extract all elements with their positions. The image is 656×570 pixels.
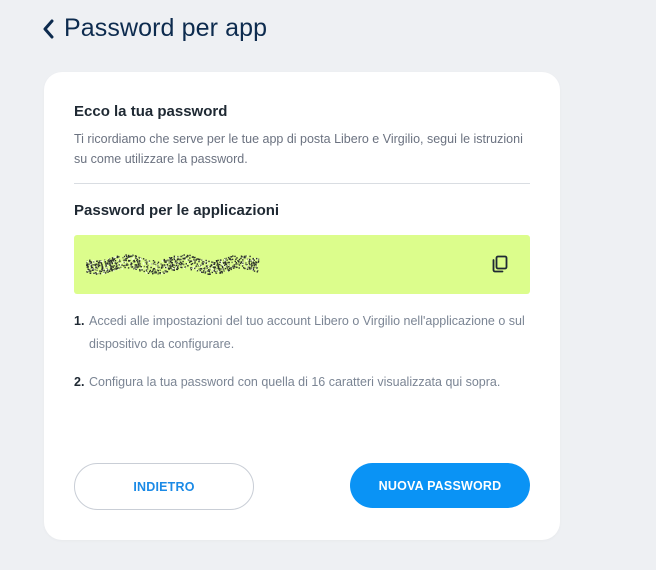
chevron-left-icon[interactable] bbox=[40, 18, 56, 40]
instruction-step: 2. Configura la tua password con quella … bbox=[74, 371, 530, 394]
masked-password bbox=[86, 254, 260, 275]
page-header: Password per app bbox=[40, 14, 267, 43]
new-password-button[interactable]: NUOVA PASSWORD bbox=[350, 463, 530, 508]
instruction-step: 1. Accedi alle impostazioni del tuo acco… bbox=[74, 310, 530, 356]
step-text: Configura la tua password con quella di … bbox=[89, 375, 501, 389]
copy-icon[interactable] bbox=[490, 254, 510, 274]
page-title: Password per app bbox=[64, 14, 268, 42]
password-box bbox=[74, 235, 530, 294]
password-card: Ecco la tua password Ti ricordiamo che s… bbox=[44, 72, 560, 540]
card-description: Ti ricordiamo che serve per le tue app d… bbox=[74, 132, 523, 166]
password-section-title: Password per le applicazioni bbox=[74, 202, 280, 219]
step-text: Accedi alle impostazioni del tuo account… bbox=[89, 314, 525, 351]
instructions-list: 1. Accedi alle impostazioni del tuo acco… bbox=[74, 310, 530, 409]
step-number: 1. bbox=[74, 314, 85, 328]
step-number: 2. bbox=[74, 375, 85, 389]
back-button[interactable]: INDIETRO bbox=[74, 463, 254, 510]
divider bbox=[74, 183, 530, 184]
card-title: Ecco la tua password bbox=[74, 103, 228, 120]
